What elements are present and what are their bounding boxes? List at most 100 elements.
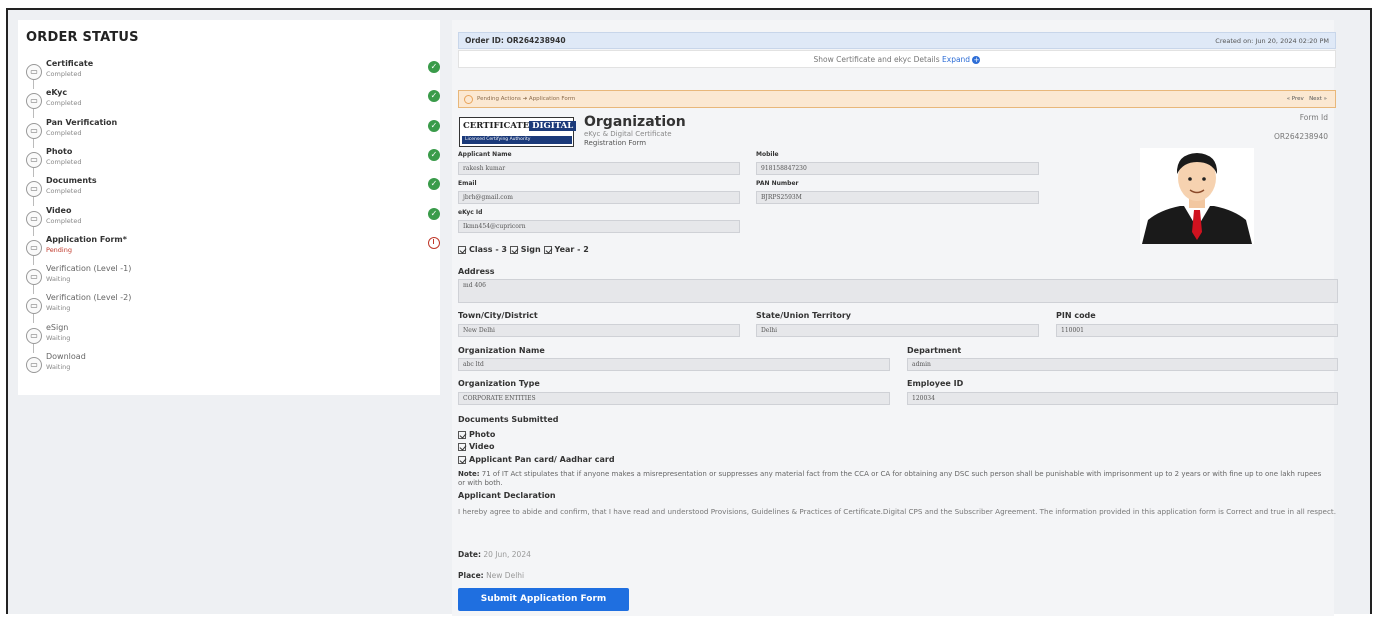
address-field[interactable]: md 406 xyxy=(458,279,1338,303)
pin-label: PIN code xyxy=(1056,311,1096,320)
applicant-photo xyxy=(1140,148,1254,244)
step-status: Completed xyxy=(46,216,82,225)
town-field[interactable]: New Delhi xyxy=(458,324,740,337)
certificate-digital-logo: CERTIFICATE DIGITAL Licensed Certifying A… xyxy=(459,117,577,147)
year-2-checkbox[interactable] xyxy=(543,245,552,254)
status-step: ▭ Verification (Level -2) Waiting xyxy=(26,292,436,324)
show-details-text: Show Certificate and ekyc Details xyxy=(813,55,940,64)
status-step: ▭ eSign Waiting xyxy=(26,322,436,353)
status-step: ▭ Verification (Level -1) Waiting xyxy=(26,263,436,295)
place-line: Place: New Delhi xyxy=(458,571,525,580)
step-icon: ▭ xyxy=(26,210,42,227)
employee-id-field[interactable]: 120034 xyxy=(907,392,1338,405)
next-link[interactable]: Next » xyxy=(1309,96,1327,102)
state-label: State/Union Territory xyxy=(756,311,851,320)
pin-field[interactable]: 110001 xyxy=(1056,324,1338,337)
status-step: ▭ Pan Verification Completed ✓ xyxy=(26,117,440,148)
doc-item: Applicant Pan card/ Aadhar card xyxy=(458,455,615,464)
step-icon: ▭ xyxy=(26,93,42,110)
step-name: Documents xyxy=(46,176,97,186)
form-title: Organization xyxy=(584,114,686,130)
status-step: ▭ Documents Completed ✓ xyxy=(26,175,440,207)
check-circle-icon: ✓ xyxy=(428,119,440,132)
department-field[interactable]: admin xyxy=(907,358,1338,371)
step-status: Waiting xyxy=(46,363,71,371)
mobile-label: Mobile xyxy=(756,151,779,158)
step-name: Video xyxy=(46,205,72,215)
ekyc-label: eKyc Id xyxy=(458,209,483,216)
step-name: Photo xyxy=(46,146,73,156)
org-name-field[interactable]: abc ltd xyxy=(458,358,890,371)
created-on: Created on: Jun 20, 2024 02:20 PM xyxy=(1215,37,1329,45)
expand-link[interactable]: Expand xyxy=(942,55,970,64)
check-circle-icon: ✓ xyxy=(428,90,440,103)
screenshot-frame: ORDER STATUS ▭ Certificate Completed ✓ ▭ eKyc… xyxy=(6,8,1372,616)
doc-item: Photo xyxy=(458,430,495,439)
org-type-label: Organization Type xyxy=(458,379,540,388)
step-icon: ▭ xyxy=(26,122,42,139)
form-subtitle-2: Registration Form xyxy=(584,139,647,147)
doc-item: Video xyxy=(458,442,494,451)
step-status: Waiting xyxy=(46,275,71,284)
step-icon: ▭ xyxy=(26,327,42,344)
status-step: ▭ Download Waiting xyxy=(26,351,436,380)
status-step: ▭ Application Form* Pending xyxy=(26,234,440,265)
sign-checkbox[interactable] xyxy=(509,245,518,254)
step-status: Waiting xyxy=(46,304,71,313)
pan-field[interactable]: BJRPS2593M xyxy=(756,191,1039,204)
state-field[interactable]: Delhi xyxy=(756,324,1039,337)
step-status: Completed xyxy=(46,128,82,137)
form-id-label: Form Id xyxy=(1299,113,1328,122)
pending-actions-text: Pending Actions ➜ Application Form xyxy=(477,96,576,102)
class-3-checkbox[interactable] xyxy=(458,245,466,254)
org-type-field[interactable]: CORPORATE ENTITIES xyxy=(458,392,890,405)
pan-aadhar-doc-checkbox[interactable] xyxy=(458,455,466,464)
ekyc-field[interactable]: Ikmn454@cupricorn xyxy=(458,220,740,233)
step-icon: ▭ xyxy=(26,357,42,373)
form-subtitle: eKyc & Digital Certificate xyxy=(584,130,672,138)
prev-link[interactable]: « Prev xyxy=(1287,96,1304,102)
step-status: Completed xyxy=(46,157,82,166)
email-field[interactable]: jbrh@gmail.com xyxy=(458,191,740,204)
address-label: Address xyxy=(458,267,495,276)
employee-id-label: Employee ID xyxy=(907,379,964,388)
town-label: Town/City/District xyxy=(458,311,538,320)
step-name: Verification (Level -2) xyxy=(46,293,132,303)
show-details-bar: Show Certificate and ekyc Details Expand… xyxy=(458,50,1336,68)
applicant-name-field[interactable]: rakesh kumar xyxy=(458,162,740,175)
order-id: Order ID: OR264238940 xyxy=(465,36,566,45)
step-status: Completed xyxy=(46,70,82,78)
check-circle-icon: ✓ xyxy=(428,148,440,161)
pan-label: PAN Number xyxy=(756,180,799,187)
check-circle-icon: ✓ xyxy=(428,178,440,191)
step-status: Waiting xyxy=(46,333,71,342)
pending-actions-bar: Pending Actions ➜ Application Form « Pre… xyxy=(458,90,1336,108)
status-step: ▭ Photo Completed ✓ xyxy=(26,146,440,177)
step-name: eKyc xyxy=(46,88,68,98)
order-status-panel: ORDER STATUS ▭ Certificate Completed ✓ ▭ eKyc… xyxy=(18,20,440,395)
step-status: Completed xyxy=(46,99,82,108)
step-name: Pan Verification xyxy=(46,117,118,127)
check-circle-icon: ✓ xyxy=(428,61,440,73)
clock-icon xyxy=(428,236,440,249)
clock-icon xyxy=(464,95,473,104)
step-icon: ▭ xyxy=(26,181,42,198)
submit-application-button[interactable]: Submit Application Form xyxy=(458,588,629,611)
status-step: ▭ Certificate Completed ✓ xyxy=(26,58,440,89)
documents-title: Documents Submitted xyxy=(458,415,559,424)
legal-note: Note: 71 of IT Act stipulates that if an… xyxy=(458,470,1322,487)
step-status: Pending xyxy=(46,245,72,254)
step-name: Verification (Level -1) xyxy=(46,264,132,274)
plus-icon[interactable]: + xyxy=(972,56,981,64)
application-form-panel: Order ID: OR264238940 Created on: Jun 20… xyxy=(452,20,1338,616)
step-name: eSign xyxy=(46,322,69,332)
photo-doc-checkbox[interactable] xyxy=(458,430,466,439)
status-step: ▭ eKyc Completed ✓ xyxy=(26,87,440,119)
date-line: Date: 20 Jun, 2024 xyxy=(458,550,531,559)
step-icon: ▭ xyxy=(26,239,42,256)
order-status-title: ORDER STATUS xyxy=(26,30,139,45)
video-doc-checkbox[interactable] xyxy=(458,442,466,451)
class-year-row: Class - 3 Sign Year - 2 xyxy=(458,245,589,254)
step-name: Download xyxy=(46,352,86,361)
mobile-field[interactable]: 918158847230 xyxy=(756,162,1039,175)
